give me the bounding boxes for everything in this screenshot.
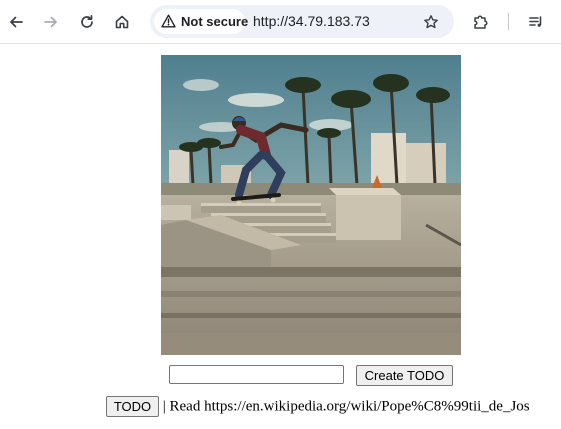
forward-button[interactable] bbox=[37, 8, 65, 36]
reading-list-button[interactable] bbox=[522, 8, 550, 36]
security-label: Not secure bbox=[181, 14, 249, 29]
security-chip[interactable]: Not secure bbox=[154, 9, 249, 34]
extensions-button[interactable] bbox=[467, 8, 495, 36]
reload-button[interactable] bbox=[73, 8, 101, 36]
extensions-icon bbox=[474, 15, 488, 29]
bookmark-button[interactable] bbox=[420, 11, 442, 33]
reload-icon bbox=[81, 14, 93, 28]
home-icon bbox=[115, 15, 129, 29]
todo-item-text: | Read https://en.wikipedia.org/wiki/Pop… bbox=[159, 398, 530, 415]
forward-icon bbox=[44, 16, 57, 28]
back-icon bbox=[10, 16, 23, 28]
todo-item: TODO | Read https://en.wikipedia.org/wik… bbox=[106, 396, 530, 418]
create-todo-button[interactable]: Create TODO bbox=[356, 365, 453, 386]
back-button[interactable] bbox=[2, 8, 30, 36]
todo-input[interactable] bbox=[169, 365, 344, 384]
reading-list-icon bbox=[529, 16, 542, 27]
url-text[interactable]: http://34.79.183.73 bbox=[253, 13, 370, 29]
skatepark-image bbox=[161, 55, 461, 355]
warning-icon bbox=[161, 14, 176, 28]
toolbar-divider bbox=[508, 13, 509, 30]
browser-toolbar: Not secure http://34.79.183.73 bbox=[0, 0, 561, 44]
star-icon bbox=[424, 15, 438, 29]
home-button[interactable] bbox=[108, 8, 136, 36]
address-bar[interactable]: Not secure http://34.79.183.73 bbox=[150, 5, 454, 38]
todo-item-button[interactable]: TODO bbox=[106, 396, 159, 418]
skatepark-photo bbox=[161, 55, 461, 355]
